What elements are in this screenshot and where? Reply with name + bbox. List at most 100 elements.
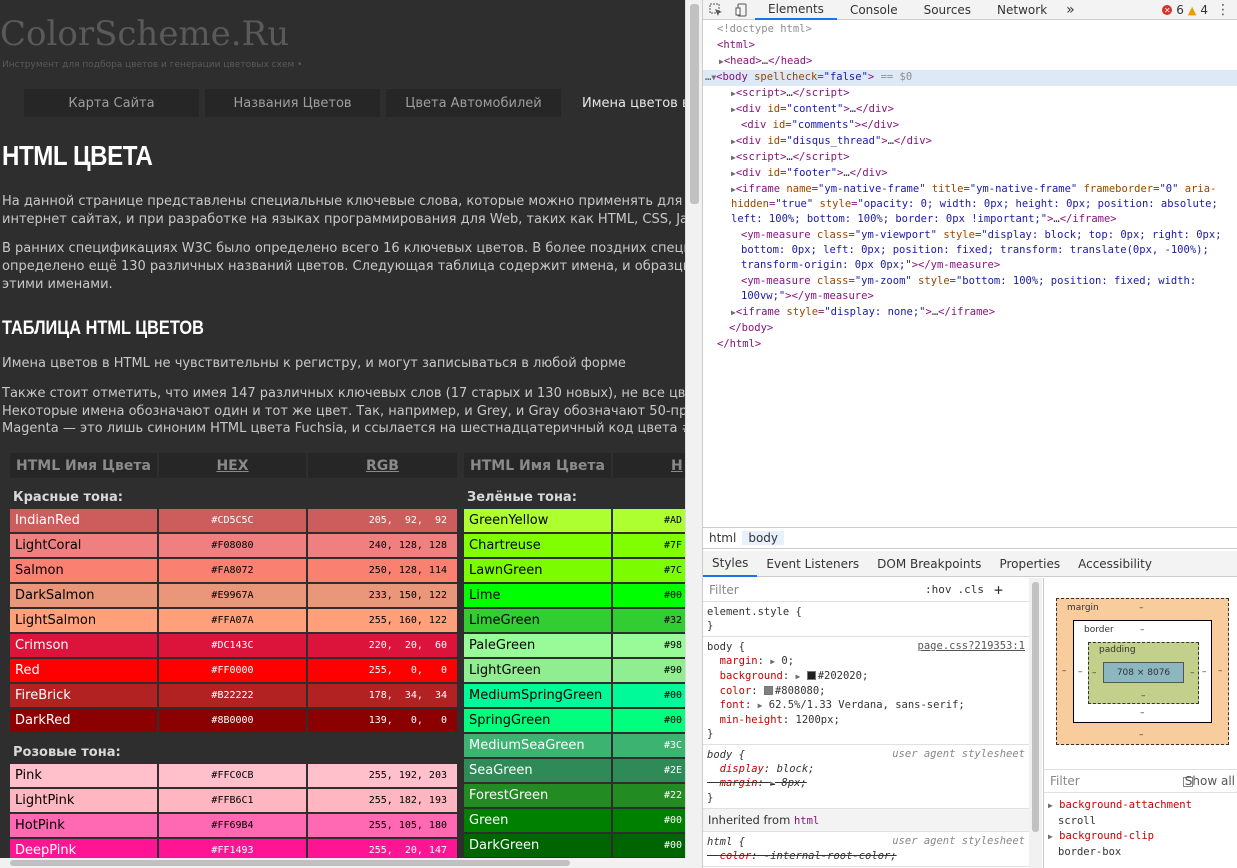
color-row[interactable]: Pink #FFC0CB 255, 192, 203 <box>10 763 457 788</box>
nav-html-color-names[interactable]: Имена цветов в H <box>567 89 685 117</box>
dom-line[interactable]: <ym-measure class="ym-zoom" style="botto… <box>741 274 1196 290</box>
nav-sitemap[interactable]: Карта Сайта <box>24 89 199 117</box>
tab-elements[interactable]: Elements <box>755 0 837 20</box>
tab-styles[interactable]: Styles <box>703 551 758 577</box>
box-model-margin[interactable]: margin – – – – border – – – – padding – … <box>1056 598 1229 745</box>
dom-line[interactable]: ▶<script>…</script> <box>731 150 850 166</box>
ua-html-rule[interactable]: html { user agent stylesheet color: -int… <box>703 832 1029 867</box>
color-row[interactable]: MediumSpringGreen #00 <box>464 683 685 708</box>
color-row[interactable]: LightPink #FFB6C1 255, 182, 193 <box>10 788 457 813</box>
color-row[interactable]: DarkGreen #00 <box>464 833 685 858</box>
page-horizontal-scrollbar[interactable] <box>0 858 702 868</box>
body-rule[interactable]: body { page.css?219353:1 margin: ▶ 0; ba… <box>703 637 1029 745</box>
color-row[interactable]: Lime #00 <box>464 583 685 608</box>
ua-body-rule[interactable]: body { user agent stylesheet display: bl… <box>703 745 1029 809</box>
inherited-tag[interactable]: html <box>794 815 819 827</box>
note-line-3: Magenta — это лишь синоним HTML цвета Fu… <box>2 421 685 436</box>
breadcrumb-body[interactable]: body <box>742 531 785 545</box>
color-row[interactable]: Salmon #FA8072 250, 128, 114 <box>10 558 457 583</box>
color-row[interactable]: DarkSalmon #E9967A 233, 150, 122 <box>10 583 457 608</box>
kebab-menu-icon[interactable]: ⋮ <box>1216 0 1230 20</box>
dom-line-selected[interactable]: …▼<body spellcheck="false"> == $0 <box>703 70 1237 86</box>
breadcrumb-html[interactable]: html <box>703 531 742 545</box>
rule-source-link[interactable]: page.css?219353:1 <box>918 640 1025 652</box>
color-row[interactable]: Crimson #DC143C 220, 20, 60 <box>10 633 457 658</box>
color-row[interactable]: MediumSeaGreen #3C <box>464 733 685 758</box>
css-declaration[interactable]: margin: ▶ 0; <box>707 654 1029 669</box>
dom-line[interactable]: ▶<iframe style="display: none;">…</ifram… <box>731 305 995 321</box>
dom-line[interactable]: </body> <box>729 321 773 337</box>
computed-property[interactable]: ▶ background-attachment <box>1048 798 1237 814</box>
margin-label: margin <box>1067 603 1099 613</box>
color-row[interactable]: IndianRed #CD5C5C 205, 92, 92 <box>10 508 457 533</box>
tab-sources[interactable]: Sources <box>911 0 984 20</box>
color-row[interactable]: LightSalmon #FFA07A 255, 160, 122 <box>10 608 457 633</box>
table-header: HTML Имя Цвета HEX RGB <box>10 453 457 478</box>
color-row[interactable]: PaleGreen #98 <box>464 633 685 658</box>
color-row[interactable]: LawnGreen #7C <box>464 558 685 583</box>
color-row[interactable]: Chartreuse #7F <box>464 533 685 558</box>
dom-line[interactable]: ▶<div id="content">…</div> <box>731 102 894 118</box>
nav-car-colors[interactable]: Цвета Автомобилей <box>386 89 561 117</box>
box-model-content[interactable]: 708 × 8076 <box>1103 662 1184 683</box>
dom-line[interactable]: </html> <box>717 337 761 353</box>
color-row[interactable]: HotPink #FF69B4 255, 105, 180 <box>10 813 457 838</box>
dom-line: bottom: 0px; left: 0px; position: fixed;… <box>741 244 1209 256</box>
dom-line[interactable]: ▶<head>…</head> <box>719 54 812 70</box>
css-declaration: display: block; <box>719 763 815 775</box>
tab-console[interactable]: Console <box>837 0 911 20</box>
device-toolbar-icon[interactable] <box>729 0 755 20</box>
more-tabs-icon[interactable]: » <box>1060 0 1081 20</box>
class-toggle[interactable]: .cls <box>958 583 985 596</box>
hover-state-toggle[interactable]: :hov <box>925 583 952 596</box>
dom-line[interactable]: <div id="comments"></div> <box>741 118 899 134</box>
color-row[interactable]: ForestGreen #22 <box>464 783 685 808</box>
tab-accessibility[interactable]: Accessibility <box>1069 551 1161 577</box>
box-model-border[interactable]: border – – – – padding – – – 708 × 8076 <box>1073 620 1212 723</box>
new-rule-icon[interactable]: + <box>994 581 1003 599</box>
dom-line[interactable]: ▶<div id="disqus_thread">…</div> <box>731 134 932 150</box>
styles-scrollbar[interactable] <box>1029 578 1042 868</box>
color-row[interactable]: SpringGreen #00 <box>464 708 685 733</box>
header-rgb[interactable]: RGB <box>308 453 457 478</box>
color-row[interactable]: LightCoral #F08080 240, 128, 128 <box>10 533 457 558</box>
dom-line[interactable]: <ym-measure class="ym-viewport" style="d… <box>741 228 1221 244</box>
color-row[interactable]: FireBrick #B22222 178, 34, 34 <box>10 683 457 708</box>
page-vertical-scrollbar[interactable] <box>685 0 702 858</box>
color-row[interactable]: Red #FF0000 255, 0, 0 <box>10 658 457 683</box>
tab-dom-breakpoints[interactable]: DOM Breakpoints <box>868 551 990 577</box>
dom-line[interactable]: ▶<script>…</script> <box>731 86 850 102</box>
dom-line[interactable]: <!doctype html> <box>717 22 812 38</box>
color-row[interactable]: GreenYellow #AD <box>464 508 685 533</box>
color-row[interactable]: DarkRed #8B0000 139, 0, 0 <box>10 708 457 733</box>
color-row[interactable]: LightGreen #90 <box>464 658 685 683</box>
tab-event-listeners[interactable]: Event Listeners <box>757 551 868 577</box>
tab-properties[interactable]: Properties <box>990 551 1069 577</box>
box-model-padding[interactable]: padding – – – 708 × 8076 <box>1088 642 1199 704</box>
dom-line[interactable]: ▶<iframe name="ym-native-frame" title="y… <box>731 182 1216 198</box>
header-name: HTML Имя Цвета <box>464 453 611 478</box>
nav-color-names[interactable]: Названия Цветов <box>205 89 380 117</box>
issues-counter[interactable]: ✕ 6 ▲ 4 <box>1162 0 1208 20</box>
css-declaration[interactable]: background: ▶ #202020; <box>707 669 1029 684</box>
header-hex[interactable]: H <box>613 453 685 478</box>
inspect-element-icon[interactable] <box>703 0 729 20</box>
color-row[interactable]: SeaGreen #2E <box>464 758 685 783</box>
styles-filter-input[interactable]: Filter <box>709 583 919 597</box>
header-hex[interactable]: HEX <box>159 453 306 478</box>
css-declaration[interactable]: font: ▶ 62.5%/1.33 Verdana, sans-serif; <box>707 698 1029 713</box>
site-logo[interactable]: ColorScheme.Ru <box>0 14 289 54</box>
dom-line[interactable]: <html> <box>717 38 755 54</box>
element-style-rule[interactable]: element.style { } <box>703 602 1029 637</box>
computed-property[interactable]: ▶ background-clip <box>1048 829 1237 845</box>
color-hex: #B22222 <box>159 684 306 707</box>
color-row[interactable]: DeepPink #FF1493 255, 20, 147 <box>10 838 457 858</box>
color-rgb: 255, 0, 0 <box>308 659 457 682</box>
color-row[interactable]: Green #00 <box>464 808 685 833</box>
color-row[interactable]: LimeGreen #32 <box>464 608 685 633</box>
dom-line[interactable]: ▶<div id="footer">…</div> <box>731 166 888 182</box>
computed-filter-input[interactable]: Filter <box>1050 774 1080 788</box>
css-declaration[interactable]: min-height: 1200px; <box>707 713 1029 727</box>
tab-network[interactable]: Network <box>984 0 1060 20</box>
css-declaration[interactable]: color: #808080; <box>707 684 1029 698</box>
